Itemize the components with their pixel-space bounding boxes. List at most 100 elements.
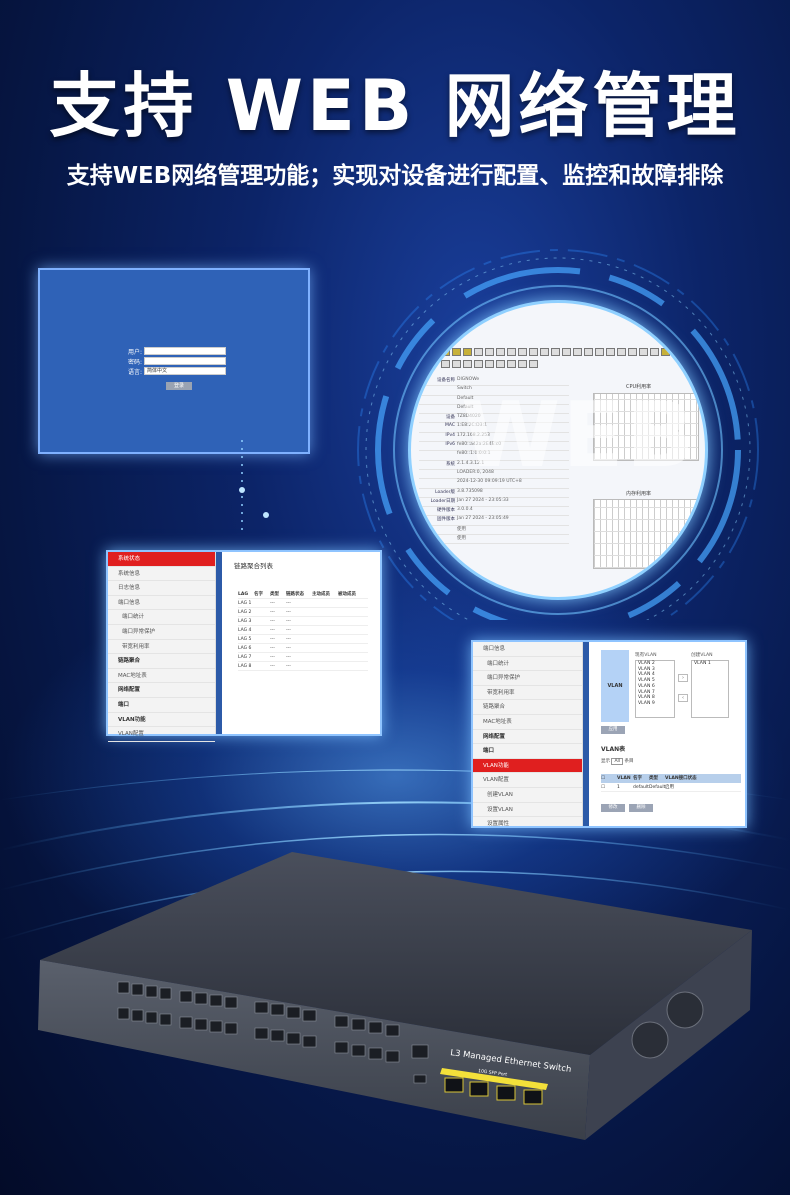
show-unit: 条目 xyxy=(624,759,634,764)
column-header: VLAN xyxy=(617,776,631,781)
list-item[interactable]: VLAN 9 xyxy=(638,701,674,707)
login-window: 用户: 密码: 语言: 简体中文 登录 xyxy=(38,268,310,454)
port-indicator xyxy=(529,348,538,356)
port-indicator xyxy=(639,348,648,356)
web-watermark: WEB xyxy=(461,383,697,488)
sidebar-item-mac-table[interactable]: MAC地址表 xyxy=(108,669,215,684)
port-indicator xyxy=(617,348,626,356)
column-header: 类型 xyxy=(649,776,658,781)
dashboard-magnifier: 设备名称 DIGNOWe Switch Default Default 设备 TZ8… xyxy=(408,300,708,600)
list-item[interactable]: VLAN 1 xyxy=(694,661,728,667)
port-indicator xyxy=(496,348,505,356)
port-indicator xyxy=(485,348,494,356)
sidebar-item-set-vlan[interactable]: 设置VLAN xyxy=(473,803,582,818)
apply-button[interactable]: 应用 xyxy=(601,726,625,734)
username-input[interactable] xyxy=(144,347,226,355)
ethernet-switch-device: L3 Managed Ethernet Switch 10G SFP Port xyxy=(38,852,752,1140)
sidebar-item-bandwidth[interactable]: 带宽利用率 xyxy=(473,686,582,701)
info-row: 使用 xyxy=(419,535,569,545)
port-indicator xyxy=(452,360,461,368)
sidebar-item-vlan-config[interactable]: VLAN配置 xyxy=(473,773,582,788)
port-indicator xyxy=(518,348,527,356)
sidebar-item-port[interactable]: 端口 xyxy=(473,744,582,759)
row-checkbox[interactable]: ☐ xyxy=(601,783,617,791)
delete-button[interactable]: 删除 xyxy=(629,804,653,812)
port-indicator xyxy=(672,348,681,356)
connector-dots-left xyxy=(239,440,269,530)
column-header: 主动成员 xyxy=(312,592,330,597)
show-label: 显示 xyxy=(601,759,610,764)
vlan-panel-window: 端口信息 端口统计 端口异常保护 带宽利用率 链路聚合 MAC地址表 网络配置 … xyxy=(471,640,747,828)
sidebar-item-port-protect[interactable]: 端口异常保护 xyxy=(108,625,215,640)
memory-chart-title: 内存利用率 xyxy=(626,491,652,497)
sidebar-item-vlan-config[interactable]: VLAN配置 xyxy=(108,727,215,742)
sidebar-item-port-info[interactable]: 端口信息 xyxy=(473,642,582,657)
sidebar-item-system-status[interactable]: 系统状态 xyxy=(108,552,215,567)
sidebar-item-port-info[interactable]: 端口信息 xyxy=(108,596,215,611)
sidebar-item-port-protect[interactable]: 端口异常保护 xyxy=(473,671,582,686)
port-indicator xyxy=(507,360,516,368)
table-row[interactable]: ☐ 1 default Default 启用 xyxy=(601,783,741,792)
sidebar-item-set-attributes[interactable]: 设置属性 xyxy=(473,817,582,826)
port-indicator xyxy=(529,360,538,368)
existing-vlan-heading: 现有VLAN xyxy=(635,653,657,658)
sidebar-item-vlan-function[interactable]: VLAN功能 xyxy=(473,758,582,774)
column-header: VLAN接口状态 xyxy=(665,776,697,781)
language-select[interactable]: 简体中文 xyxy=(144,367,226,375)
username-row: 用户: xyxy=(122,346,226,356)
port-indicator xyxy=(518,360,527,368)
sidebar-item-system-info[interactable]: 系统信息 xyxy=(108,567,215,582)
port-indicator xyxy=(606,348,615,356)
info-row: 使用 xyxy=(419,526,569,536)
password-input[interactable] xyxy=(144,357,226,365)
column-header: 被动成员 xyxy=(338,592,356,597)
sidebar-item-network-config[interactable]: 网络配置 xyxy=(473,730,582,745)
column-header: 名字 xyxy=(254,592,263,597)
move-left-button[interactable]: ‹ xyxy=(678,694,688,702)
table-header: LAG 名字 类型 链路状态 主动成员 被动成员 xyxy=(238,590,368,599)
column-header: 类型 xyxy=(270,592,279,597)
sidebar-item-mac-table[interactable]: MAC地址表 xyxy=(473,715,582,730)
vlan-show-control: 显示 All 条目 xyxy=(601,758,634,765)
info-row: 固件版本 Jan 27 2024 - 23:05:49 xyxy=(419,516,569,526)
port-indicator xyxy=(452,348,461,356)
table-row: LAG 1 --- --- xyxy=(238,599,368,608)
info-row: Loader日期 Jan 27 2024 - 23:05:33 xyxy=(419,498,569,508)
edit-button[interactable]: 修改 xyxy=(601,804,625,812)
port-indicator xyxy=(441,360,450,368)
sidebar-item-link-aggregation[interactable]: 链路聚合 xyxy=(473,700,582,715)
sidebar-item-vlan-function[interactable]: VLAN功能 xyxy=(108,713,215,728)
sidebar-item-port-stats[interactable]: 端口统计 xyxy=(108,610,215,625)
select-all-checkbox[interactable]: ☐ xyxy=(601,774,617,783)
port-indicator xyxy=(474,360,483,368)
sidebar-item-port[interactable]: 端口 xyxy=(108,698,215,713)
port-indicator xyxy=(441,348,450,356)
login-button[interactable]: 登录 xyxy=(166,382,192,390)
port-indicator xyxy=(485,360,494,368)
port-indicator xyxy=(562,348,571,356)
column-header: 链路状态 xyxy=(286,592,304,597)
console-port xyxy=(411,1044,429,1059)
page-title: 支持 WEB 网络管理 xyxy=(49,65,741,147)
sidebar-item-port-stats[interactable]: 端口统计 xyxy=(473,657,582,672)
sidebar-item-network-config[interactable]: 网络配置 xyxy=(108,683,215,698)
sidebar-menu: 端口信息 端口统计 端口异常保护 带宽利用率 链路聚合 MAC地址表 网络配置 … xyxy=(473,642,583,826)
sidebar-item-link-aggregation[interactable]: 链路聚合 xyxy=(108,654,215,669)
port-indicator xyxy=(496,360,505,368)
created-vlan-list[interactable]: VLAN 1 xyxy=(691,660,729,718)
panel-divider xyxy=(583,642,589,826)
table-row: LAG 2 --- --- xyxy=(238,608,368,617)
usb-port xyxy=(413,1074,427,1084)
sidebar-menu: 系统状态 系统信息 日志信息 端口信息 端口统计 端口异常保护 带宽利用率 链路… xyxy=(108,552,216,742)
sidebar-item-create-vlan[interactable]: 创建VLAN xyxy=(473,788,582,803)
panel-divider xyxy=(216,552,222,734)
sidebar-item-log-info[interactable]: 日志信息 xyxy=(108,581,215,596)
existing-vlan-list[interactable]: VLAN 2 VLAN 3 VLAN 4 VLAN 5 VLAN 6 VLAN … xyxy=(635,660,675,718)
vlan-table: ☐ VLAN 名字 类型 VLAN接口状态 ☐ 1 default Defaul… xyxy=(601,774,741,792)
port-indicator xyxy=(595,348,604,356)
show-count-select[interactable]: All xyxy=(611,758,624,765)
move-right-button[interactable]: › xyxy=(678,674,688,682)
table-row: LAG 6 --- --- xyxy=(238,644,368,653)
sidebar-item-bandwidth[interactable]: 带宽利用率 xyxy=(108,640,215,655)
port-status-strip xyxy=(441,348,701,370)
